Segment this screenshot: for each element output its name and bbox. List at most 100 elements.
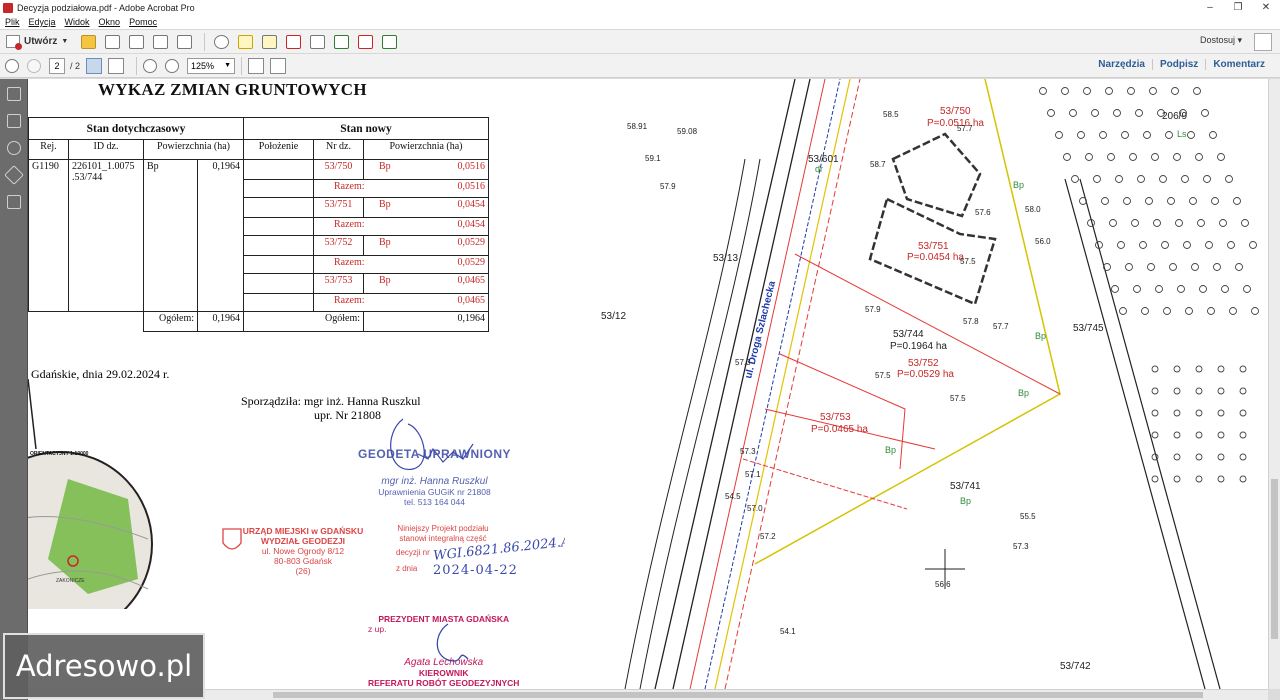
vertical-scrollbar[interactable] [1268, 79, 1280, 689]
cell-use-old: Bp [143, 159, 198, 312]
cell-area-old: 0,1964 [197, 159, 244, 312]
sign-link[interactable]: Podpisz [1151, 59, 1205, 70]
page-thumbnails-icon[interactable] [6, 87, 21, 101]
zoom-out-icon[interactable] [143, 58, 158, 73]
bookmarks-icon[interactable] [6, 114, 21, 128]
parcel-751-area: P=0.0454 ha [907, 252, 964, 263]
height-label: 58.91 [627, 122, 648, 131]
sign-tool-button[interactable] [355, 32, 375, 52]
document-view: WYKAZ ZMIAN GRUNTOWYCH Stan dotychczasow… [28, 79, 1268, 689]
razem-label: Razem: [334, 295, 365, 306]
chevron-down-icon: ▼ [224, 62, 232, 69]
cell-area-new: Bp 0,0529 [363, 235, 489, 256]
office-line-3: ul. Nowe Ogrody 8/12 [261, 546, 345, 556]
export-icon [309, 34, 325, 49]
height-label: 58.5 [883, 110, 899, 119]
chevron-down-icon: ▼ [61, 38, 69, 45]
restore-button[interactable]: ❐ [1224, 0, 1252, 15]
menu-plik[interactable]: Plik [5, 17, 20, 27]
cell-parcel: 53/750 [313, 159, 364, 180]
land-changes-table: Stan dotychczasowy Stan nowy Rej. ID dz.… [28, 117, 489, 332]
razem-value: 0,0516 [457, 181, 486, 192]
menu-widok[interactable]: Widok [65, 17, 90, 27]
prev-page-icon[interactable] [5, 58, 19, 73]
height-label: 57.1 [745, 470, 761, 479]
main-toolbar: Utwórz ▼ Dostosuj ▾ [0, 29, 1280, 54]
cell-area: 0,0529 [457, 237, 486, 248]
redact-button[interactable] [283, 32, 303, 52]
prepared-by-name: Sporządziła: mgr inż. Hanna Ruszkul [241, 394, 421, 408]
signatures-icon[interactable] [6, 195, 21, 209]
create-label: Utwórz [24, 36, 58, 47]
page-number-input[interactable]: 2 [49, 57, 65, 74]
select-tool-icon[interactable] [86, 57, 103, 74]
cell-location [243, 273, 314, 294]
razem-row: Razem: 0,0529 [313, 255, 489, 274]
comment-button[interactable] [235, 32, 255, 52]
label-53-601: 53/601 [808, 154, 839, 165]
comment-icon [237, 34, 253, 49]
cell-rej: G1190 [28, 159, 69, 312]
parcel-752-area: P=0.0529 ha [897, 369, 954, 380]
parcel-753-nr: 53/753 [820, 412, 851, 423]
handwritten-date: 2024-04-22 [433, 563, 518, 578]
customize-dropdown[interactable]: Dostosuj ▾ [1200, 35, 1242, 46]
comment-link[interactable]: Komentarz [1205, 59, 1272, 70]
open-button[interactable] [78, 32, 98, 52]
parcel-751-nr: 53/751 [918, 241, 949, 252]
height-label: 57.0 [747, 504, 763, 513]
height-label: 55.5 [1020, 512, 1036, 521]
razem-row: Razem: 0,0516 [313, 179, 489, 198]
cell-use: Bp [379, 275, 391, 286]
ogolem-label-new: Ogółem: [243, 311, 364, 332]
cell-parcel: 53/752 [313, 235, 364, 256]
fullscreen-icon[interactable] [270, 57, 287, 74]
combine-button[interactable] [331, 32, 351, 52]
settings-button[interactable] [211, 32, 231, 52]
hand-tool-icon[interactable] [108, 57, 125, 74]
menu-okno[interactable]: Okno [99, 17, 121, 27]
cell-location [243, 293, 314, 312]
next-page-icon[interactable] [27, 58, 41, 73]
empty-cell [28, 311, 144, 332]
fit-page-icon[interactable] [248, 57, 265, 74]
attachments-icon[interactable] [6, 141, 21, 155]
export-button[interactable] [307, 32, 327, 52]
sign-icon [357, 34, 373, 49]
form-button[interactable] [379, 32, 399, 52]
menu-pomoc[interactable]: Pomoc [129, 17, 157, 27]
close-button[interactable]: ✕ [1252, 0, 1280, 15]
create-button[interactable]: Utwórz ▼ [6, 35, 69, 50]
horizontal-scroll-thumb[interactable] [273, 692, 1203, 698]
menu-edycja[interactable]: Edycja [29, 17, 56, 27]
cadastral-map: 53/750 P=0.0516 ha 53/751 P=0.0454 ha 53… [565, 79, 1268, 689]
map-background [565, 79, 1268, 689]
save-icon [104, 34, 120, 49]
table-header-old: Stan dotychczasowy [28, 117, 244, 140]
horizontal-scrollbar[interactable] [28, 689, 1268, 700]
cell-area: 0,0454 [457, 199, 486, 210]
cell-parcel: 53/753 [313, 273, 364, 294]
height-label: 57.3 [1013, 542, 1029, 551]
layers-icon[interactable] [3, 165, 24, 185]
edit-button[interactable] [150, 32, 170, 52]
razem-label: Razem: [334, 219, 365, 230]
zoom-select[interactable]: 125% ▼ [187, 57, 236, 74]
highlight-button[interactable] [259, 32, 279, 52]
zoom-in-icon[interactable] [165, 58, 180, 73]
minimize-button[interactable]: – [1196, 0, 1224, 15]
vertical-scroll-thumb[interactable] [1271, 479, 1278, 639]
expand-toolbar-button[interactable] [1254, 33, 1272, 51]
highlight-icon [261, 34, 277, 49]
email-button[interactable] [174, 32, 194, 52]
parcel-753-area: P=0.0465 ha [811, 424, 868, 435]
combine-icon [333, 34, 349, 49]
office-line-5: (26) [295, 566, 311, 576]
nav-divider [241, 56, 243, 75]
print-button[interactable] [126, 32, 146, 52]
save-button[interactable] [102, 32, 122, 52]
cell-use: Bp [379, 237, 391, 248]
razem-label: Razem: [334, 257, 365, 268]
tools-link[interactable]: Narzędzia [1091, 59, 1152, 70]
signature-stroke [390, 418, 474, 470]
